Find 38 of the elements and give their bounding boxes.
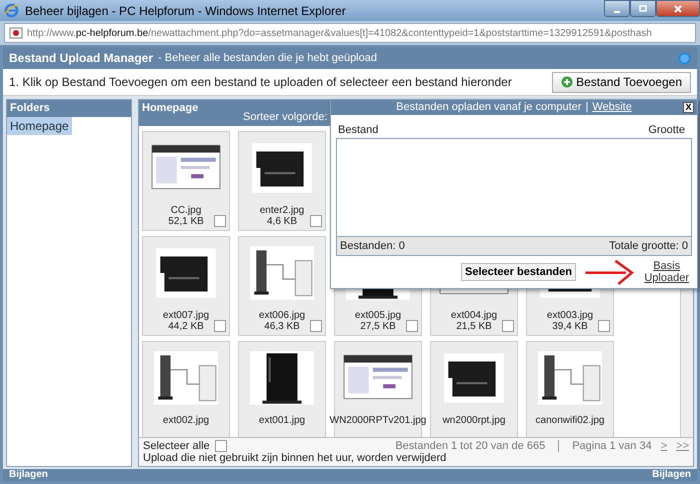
file-name: ext004.jpg: [450, 310, 498, 321]
column-header: Grootte: [648, 124, 685, 136]
file-size: 46,3 KB: [264, 321, 300, 332]
page-indicator: Pagina 1 van 34: [572, 440, 652, 452]
instruction-text: 1. Klik op Bestand Toevoegen om een bestand te uploaden of selecteer een bestand hieronder: [9, 75, 512, 89]
file-name: CC.jpg: [170, 205, 202, 216]
dialog-title: Bestanden opladen vanaf je computer: [396, 101, 582, 114]
file-name: ext005.jpg: [354, 310, 402, 321]
file-size: 21,5 KB: [456, 321, 492, 332]
separator: |: [585, 101, 588, 114]
file-size: 4,6 KB: [266, 216, 298, 227]
sort-label: Sorteer volgorde:: [243, 111, 328, 123]
file-name: ext006.jpg: [258, 310, 306, 321]
file-name: ext007.jpg: [162, 310, 210, 321]
file-name: ext001.jpg: [258, 415, 306, 426]
panel-title: Folders: [7, 100, 131, 117]
total-size: Totale grootte: 0: [609, 240, 688, 252]
footer-label: Bijlagen: [9, 469, 48, 481]
file-name: ext003.jpg: [546, 310, 594, 321]
header-title: Bestand Upload Manager: [9, 51, 154, 65]
cleanup-note: Upload die niet gebruikt zijn binnen het uur, worden verwijderd: [143, 452, 446, 464]
file-name: enter2.jpg: [260, 205, 304, 216]
file-name: canonwifi02.jpg: [536, 415, 604, 426]
column-header: Bestand: [338, 124, 378, 136]
file-name: wn2000rpt.jpg: [442, 415, 506, 426]
window-title: Beheer bijlagen - PC Helpforum - Windows Internet Explorer: [25, 4, 346, 18]
footer-label: Bijlagen: [652, 469, 691, 481]
file-size: 39,4 KB: [552, 321, 588, 332]
select-all-label: Selecteer alle: [143, 440, 210, 452]
header-subtitle: - Beheer alle bestanden die je hebt geüpload: [158, 52, 377, 64]
file-size: 44,2 KB: [168, 321, 204, 332]
file-range: Bestanden 1 tot 20 van de 665: [395, 440, 546, 452]
file-size: 27,5 KB: [360, 321, 396, 332]
file-name: WN2000RPTv201.jpg: [330, 415, 426, 426]
file-count: Bestanden: 0: [340, 240, 405, 252]
panel-title: Homepage: [142, 102, 198, 114]
file-name: ext002.jpg: [162, 415, 210, 426]
file-size: 52,1 KB: [168, 216, 204, 227]
